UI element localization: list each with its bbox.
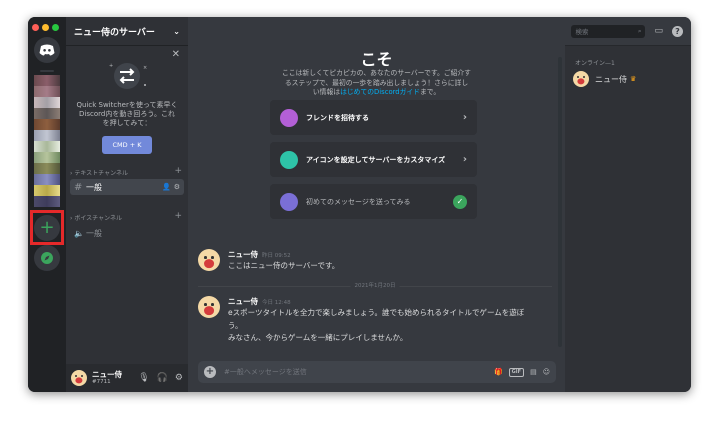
crown-icon: ♛: [630, 75, 637, 83]
headphones-icon[interactable]: 🎧: [157, 373, 168, 383]
avatar[interactable]: [198, 249, 220, 271]
maximize-window-icon[interactable]: [52, 24, 59, 31]
message: ニュー侍 昨日 09:52 ここはニュー侍のサーバーです。: [198, 249, 548, 273]
task-customize-server[interactable]: アイコンを設定してサーバーをカスタマイズ ›: [270, 142, 477, 177]
rail-separator: [40, 70, 54, 72]
quick-switcher-text: Quick Switcherを使って素早くDiscord内を動き回ろう。これを押…: [76, 101, 178, 127]
message-text: ここはニュー侍のサーバーです。: [228, 261, 340, 270]
settings-gear-icon[interactable]: ⚙: [175, 373, 183, 383]
gear-icon[interactable]: ⚙: [174, 183, 180, 191]
message-composer[interactable]: + #一般へメッセージを送信 🎁 GIF ▤ ☺: [198, 361, 556, 383]
user-name: ニュー侍: [92, 369, 122, 379]
inbox-icon[interactable]: ▭: [654, 26, 663, 36]
add-server-button[interactable]: +: [34, 215, 60, 241]
speaker-icon: 🔈: [74, 228, 84, 238]
gift-icon[interactable]: 🎁: [494, 368, 503, 376]
discord-guide-link[interactable]: はじめてのDiscordガイド: [340, 88, 420, 96]
add-channel-icon[interactable]: +: [174, 212, 182, 222]
member-list: オンライン—1 ニュー侍 ♛: [565, 46, 691, 392]
category-voice-channels[interactable]: › ボイスチャンネル +: [66, 212, 188, 223]
welcome-section: こそ ここは新しくてピカピカの、あなたのサーバーです。ご紹介するステップで、最初…: [188, 46, 565, 98]
chat-area: こそ ここは新しくてピカピカの、あなたのサーバーです。ご紹介するステップで、最初…: [188, 17, 565, 392]
search-placeholder: 検索: [575, 28, 589, 36]
user-panel: ニュー侍 #7711 🎙 🎧 ⚙: [66, 364, 188, 392]
server-header[interactable]: ニュー侍のサーバー ⌄: [66, 17, 188, 46]
channel-label: 一般: [86, 228, 102, 238]
message-header: ニュー侍 今日 12:48: [228, 296, 538, 307]
message: ニュー侍 今日 12:48 eスポーツタイトルを全力で楽しみましょう。誰でも始めら…: [198, 296, 548, 345]
welcome-description: ここは新しくてピカピカの、あなたのサーバーです。ご紹介するステップで、最初の一歩…: [282, 69, 471, 96]
category-label: › テキストチャンネル: [70, 170, 128, 177]
category-label: › ボイスチャンネル: [70, 215, 122, 222]
member-group-header: オンライン—1: [575, 60, 615, 67]
date-divider: 2021年1月20日: [198, 282, 552, 290]
chevron-down-icon: ⌄: [173, 26, 180, 36]
invite-member-icon[interactable]: 👤: [162, 183, 171, 191]
user-tag: #7711: [92, 378, 111, 385]
close-window-icon[interactable]: [32, 24, 39, 31]
window-controls: [32, 24, 59, 31]
quick-switcher-shortcut-button[interactable]: CMD + K: [102, 136, 152, 154]
task-first-message[interactable]: 初めてのメッセージを送ってみる ✓: [270, 184, 477, 219]
svg-text:+: +: [109, 63, 113, 69]
minimize-window-icon[interactable]: [42, 24, 49, 31]
message-header: ニュー侍 昨日 09:52: [228, 249, 339, 260]
blurred-server-list: [34, 75, 60, 207]
channel-item-text-general[interactable]: # 一般 👤 ⚙: [70, 179, 184, 195]
message-input-placeholder: #一般へメッセージを送信: [224, 368, 307, 376]
member-item[interactable]: ニュー侍 ♛: [573, 71, 691, 87]
channel-item-voice-general[interactable]: 🔈 一般: [70, 225, 184, 241]
category-text-channels[interactable]: › テキストチャンネル +: [66, 167, 188, 178]
swap-arrows-icon: + ×: [105, 59, 149, 93]
server-name: ニュー侍のサーバー: [74, 27, 155, 38]
svg-text:×: ×: [143, 65, 147, 71]
welcome-heading: こそ: [360, 50, 393, 66]
chevron-right-icon: ›: [462, 154, 467, 165]
invite-friends-icon: [280, 108, 298, 127]
channel-label: 一般: [86, 182, 102, 192]
help-icon[interactable]: ?: [672, 25, 683, 37]
chevron-right-icon: ›: [462, 112, 467, 123]
discord-logo-icon: [39, 44, 55, 56]
task-label: 初めてのメッセージを送ってみる: [306, 197, 411, 206]
server-rail: +: [28, 17, 66, 392]
search-input[interactable]: 検索 ⌕: [571, 24, 646, 38]
emoji-icon[interactable]: ☺: [543, 368, 550, 376]
task-invite-friends[interactable]: フレンドを招待する ›: [270, 100, 477, 135]
discord-window: + ニュー侍のサーバー ⌄ ✕ + × Quick Switcherを使って素早…: [28, 17, 691, 392]
first-message-icon: [280, 192, 298, 211]
message-author[interactable]: ニュー侍: [228, 297, 258, 306]
quick-switcher-card: ✕ + × Quick Switcherを使って素早くDiscord内を動き回ろ…: [72, 49, 182, 161]
avatar: [573, 71, 589, 87]
task-label: フレンドを招待する: [306, 113, 369, 122]
avatar[interactable]: [71, 370, 87, 386]
sticker-icon[interactable]: ▤: [530, 368, 537, 376]
close-icon[interactable]: ✕: [172, 49, 180, 60]
date-divider-label: 2021年1月20日: [350, 282, 400, 290]
channel-sidebar: ニュー侍のサーバー ⌄ ✕ + × Quick Switcherを使って素早くD…: [66, 17, 188, 392]
message-text: みなさん、今からゲームを一緒にプレイしませんか。: [228, 333, 408, 342]
message-author[interactable]: ニュー侍: [228, 250, 258, 259]
explore-servers-button[interactable]: [34, 245, 60, 271]
message-text: eスポーツタイトルを全力で楽しみましょう。誰でも始められるタイトルでゲームを遊ぼ…: [228, 308, 525, 330]
gif-icon[interactable]: GIF: [508, 367, 525, 377]
hash-icon: #: [74, 181, 83, 193]
message-timestamp: 今日 12:48: [262, 300, 291, 306]
avatar[interactable]: [198, 296, 220, 318]
add-channel-icon[interactable]: +: [174, 167, 182, 177]
checkmark-icon: ✓: [453, 194, 467, 209]
upload-plus-icon[interactable]: +: [204, 366, 216, 378]
scrollbar[interactable]: [558, 57, 562, 347]
customize-server-icon: [280, 150, 298, 169]
compass-icon: [41, 252, 53, 264]
task-label: アイコンを設定してサーバーをカスタマイズ: [306, 155, 446, 164]
search-icon: ⌕: [637, 26, 642, 35]
member-name: ニュー侍: [595, 74, 627, 84]
home-button[interactable]: [34, 37, 60, 63]
message-timestamp: 昨日 09:52: [262, 253, 291, 259]
microphone-icon[interactable]: 🎙: [138, 373, 149, 383]
